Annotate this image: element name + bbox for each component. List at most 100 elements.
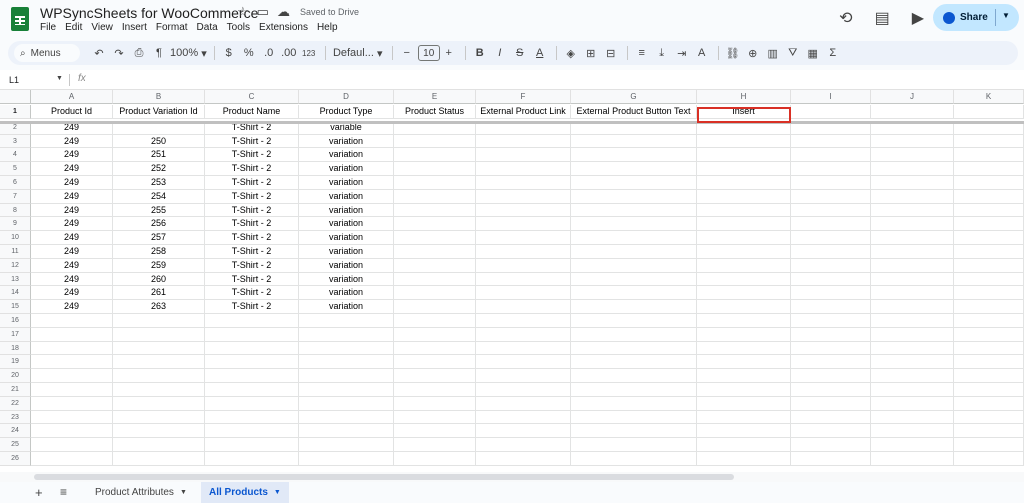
- table-cell[interactable]: [394, 396, 476, 411]
- table-cell[interactable]: [571, 369, 697, 383]
- share-dropdown-icon[interactable]: ▼: [1002, 11, 1010, 20]
- table-cell[interactable]: [31, 327, 113, 342]
- table-cell[interactable]: [697, 245, 791, 259]
- row-header[interactable]: 20: [0, 369, 31, 383]
- table-cell[interactable]: 249: [31, 176, 113, 190]
- table-cell[interactable]: [571, 341, 697, 356]
- table-cell[interactable]: 253: [113, 176, 205, 190]
- header-cell[interactable]: Insert: [697, 105, 791, 119]
- row-header[interactable]: 1: [0, 105, 31, 119]
- table-cell[interactable]: [394, 369, 476, 383]
- table-cell[interactable]: variation: [299, 148, 394, 163]
- table-cell[interactable]: [954, 189, 1024, 204]
- row-header[interactable]: 16: [0, 314, 31, 328]
- table-cell[interactable]: [31, 410, 113, 425]
- table-cell[interactable]: [871, 272, 954, 287]
- table-cell[interactable]: 249: [31, 272, 113, 287]
- table-cell[interactable]: [113, 341, 205, 356]
- star-icon[interactable]: ☆: [237, 4, 249, 20]
- table-cell[interactable]: [954, 203, 1024, 218]
- table-cell[interactable]: [31, 355, 113, 370]
- table-cell[interactable]: 249: [31, 162, 113, 176]
- table-cell[interactable]: [571, 424, 697, 439]
- column-header-h[interactable]: H: [697, 90, 791, 104]
- row-header[interactable]: 25: [0, 438, 31, 452]
- table-cell[interactable]: [113, 410, 205, 425]
- table-cell[interactable]: [476, 438, 571, 452]
- table-cell[interactable]: [205, 452, 299, 466]
- table-cell[interactable]: [571, 396, 697, 411]
- select-all-corner[interactable]: [0, 90, 31, 104]
- table-cell[interactable]: [571, 258, 697, 273]
- table-cell[interactable]: [31, 396, 113, 411]
- table-cell[interactable]: [871, 258, 954, 273]
- chevron-down-icon[interactable]: ▼: [274, 489, 281, 496]
- row-header[interactable]: 9: [0, 217, 31, 232]
- menu-help[interactable]: Help: [317, 22, 338, 33]
- header-cell[interactable]: Product Id: [31, 105, 113, 119]
- table-cell[interactable]: [205, 410, 299, 425]
- table-cell[interactable]: [871, 300, 954, 314]
- table-cell[interactable]: [954, 148, 1024, 163]
- table-cell[interactable]: [571, 134, 697, 149]
- table-cell[interactable]: [791, 231, 871, 245]
- number-format-button[interactable]: 123: [300, 43, 318, 63]
- header-cell[interactable]: External Product Button Text: [571, 105, 697, 119]
- table-cell[interactable]: [871, 148, 954, 163]
- table-cell[interactable]: [571, 383, 697, 397]
- table-cell[interactable]: [476, 189, 571, 204]
- header-cell[interactable]: External Product Link: [476, 105, 571, 119]
- table-cell[interactable]: [697, 176, 791, 190]
- table-cell[interactable]: [954, 314, 1024, 328]
- table-cell[interactable]: 249: [31, 231, 113, 245]
- table-cell[interactable]: [697, 217, 791, 232]
- table-cell[interactable]: 251: [113, 148, 205, 163]
- table-cell[interactable]: [791, 176, 871, 190]
- table-cell[interactable]: [954, 383, 1024, 397]
- row-header[interactable]: 15: [0, 300, 31, 314]
- table-cell[interactable]: [571, 176, 697, 190]
- table-cell[interactable]: 249: [31, 148, 113, 163]
- name-box-dropdown-icon[interactable]: ▼: [56, 75, 63, 82]
- header-cell[interactable]: Product Status: [394, 105, 476, 119]
- row-header[interactable]: 17: [0, 327, 31, 342]
- table-cell[interactable]: [871, 189, 954, 204]
- table-cell[interactable]: [791, 396, 871, 411]
- row-header[interactable]: 23: [0, 410, 31, 425]
- table-cell[interactable]: [31, 383, 113, 397]
- font-size-increase-icon[interactable]: +: [440, 43, 458, 63]
- table-cell[interactable]: 249: [31, 203, 113, 218]
- table-cell[interactable]: [476, 272, 571, 287]
- bold-icon[interactable]: B: [471, 43, 489, 63]
- table-cell[interactable]: [31, 369, 113, 383]
- table-cell[interactable]: T-Shirt - 2: [205, 203, 299, 218]
- table-cell[interactable]: [954, 258, 1024, 273]
- table-cell[interactable]: [571, 217, 697, 232]
- menu-data[interactable]: Data: [197, 22, 218, 33]
- table-cell[interactable]: [113, 424, 205, 439]
- zoom-select[interactable]: 100% ▾: [170, 43, 207, 63]
- table-cell[interactable]: [871, 369, 954, 383]
- table-cell[interactable]: [697, 396, 791, 411]
- table-cell[interactable]: [871, 217, 954, 232]
- table-cell[interactable]: [791, 203, 871, 218]
- table-cell[interactable]: [697, 300, 791, 314]
- table-cell[interactable]: [571, 300, 697, 314]
- table-cell[interactable]: [697, 189, 791, 204]
- table-cell[interactable]: [299, 452, 394, 466]
- table-cell[interactable]: [394, 134, 476, 149]
- table-cell[interactable]: [791, 300, 871, 314]
- table-cell[interactable]: [954, 438, 1024, 452]
- table-cell[interactable]: [394, 286, 476, 301]
- table-cell[interactable]: [697, 452, 791, 466]
- table-cell[interactable]: [791, 369, 871, 383]
- table-cell[interactable]: [394, 410, 476, 425]
- table-cell[interactable]: [871, 341, 954, 356]
- table-cell[interactable]: [571, 148, 697, 163]
- table-cell[interactable]: [954, 341, 1024, 356]
- table-cell[interactable]: [571, 410, 697, 425]
- vertical-align-icon[interactable]: ⤓: [653, 43, 671, 63]
- row-header[interactable]: 3: [0, 134, 31, 149]
- row-header[interactable]: 18: [0, 341, 31, 356]
- table-cell[interactable]: [954, 231, 1024, 245]
